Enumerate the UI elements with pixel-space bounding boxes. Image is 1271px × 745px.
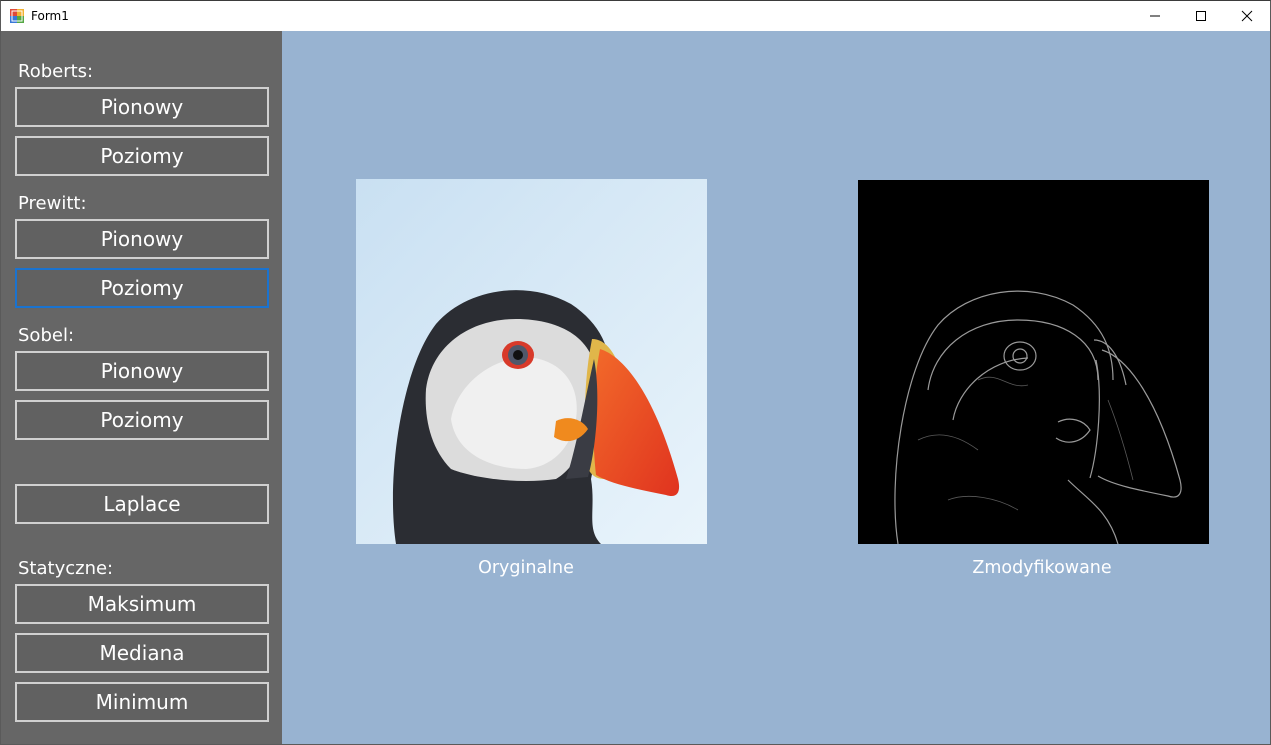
- roberts-label: Roberts:: [18, 61, 94, 82]
- prewitt-horizontal-button[interactable]: Poziomy: [15, 268, 269, 308]
- sobel-horizontal-button[interactable]: Poziomy: [15, 400, 269, 440]
- app-icon: [10, 9, 24, 23]
- maximize-button[interactable]: [1178, 1, 1224, 31]
- window-title: Form1: [31, 9, 69, 23]
- prewitt-vertical-button[interactable]: Pionowy: [15, 219, 269, 259]
- sobel-vertical-button[interactable]: Pionowy: [15, 351, 269, 391]
- original-image: [356, 179, 707, 544]
- image-area: Oryginalne Zmodyfikowane: [282, 31, 1270, 744]
- minimum-button[interactable]: Minimum: [15, 682, 269, 722]
- minimize-icon: [1150, 15, 1160, 17]
- close-icon: [1241, 10, 1253, 22]
- modified-image: [858, 180, 1209, 544]
- laplace-button[interactable]: Laplace: [15, 484, 269, 524]
- main-window: Form1 Roberts: Pionowy Poziomy Prewitt: …: [0, 0, 1271, 745]
- maximize-icon: [1196, 11, 1206, 21]
- sobel-label: Sobel:: [18, 325, 75, 346]
- close-button[interactable]: [1224, 1, 1270, 31]
- title-bar[interactable]: Form1: [1, 1, 1270, 31]
- median-button[interactable]: Mediana: [15, 633, 269, 673]
- statyczne-label: Statyczne:: [18, 558, 114, 579]
- roberts-horizontal-button[interactable]: Poziomy: [15, 136, 269, 176]
- minimize-button[interactable]: [1132, 1, 1178, 31]
- roberts-vertical-button[interactable]: Pionowy: [15, 87, 269, 127]
- maximum-button[interactable]: Maksimum: [15, 584, 269, 624]
- filter-sidebar: Roberts: Pionowy Poziomy Prewitt: Pionow…: [1, 31, 282, 744]
- modified-caption: Zmodyfikowane: [972, 558, 1112, 578]
- original-caption: Oryginalne: [478, 558, 574, 578]
- prewitt-label: Prewitt:: [18, 193, 87, 214]
